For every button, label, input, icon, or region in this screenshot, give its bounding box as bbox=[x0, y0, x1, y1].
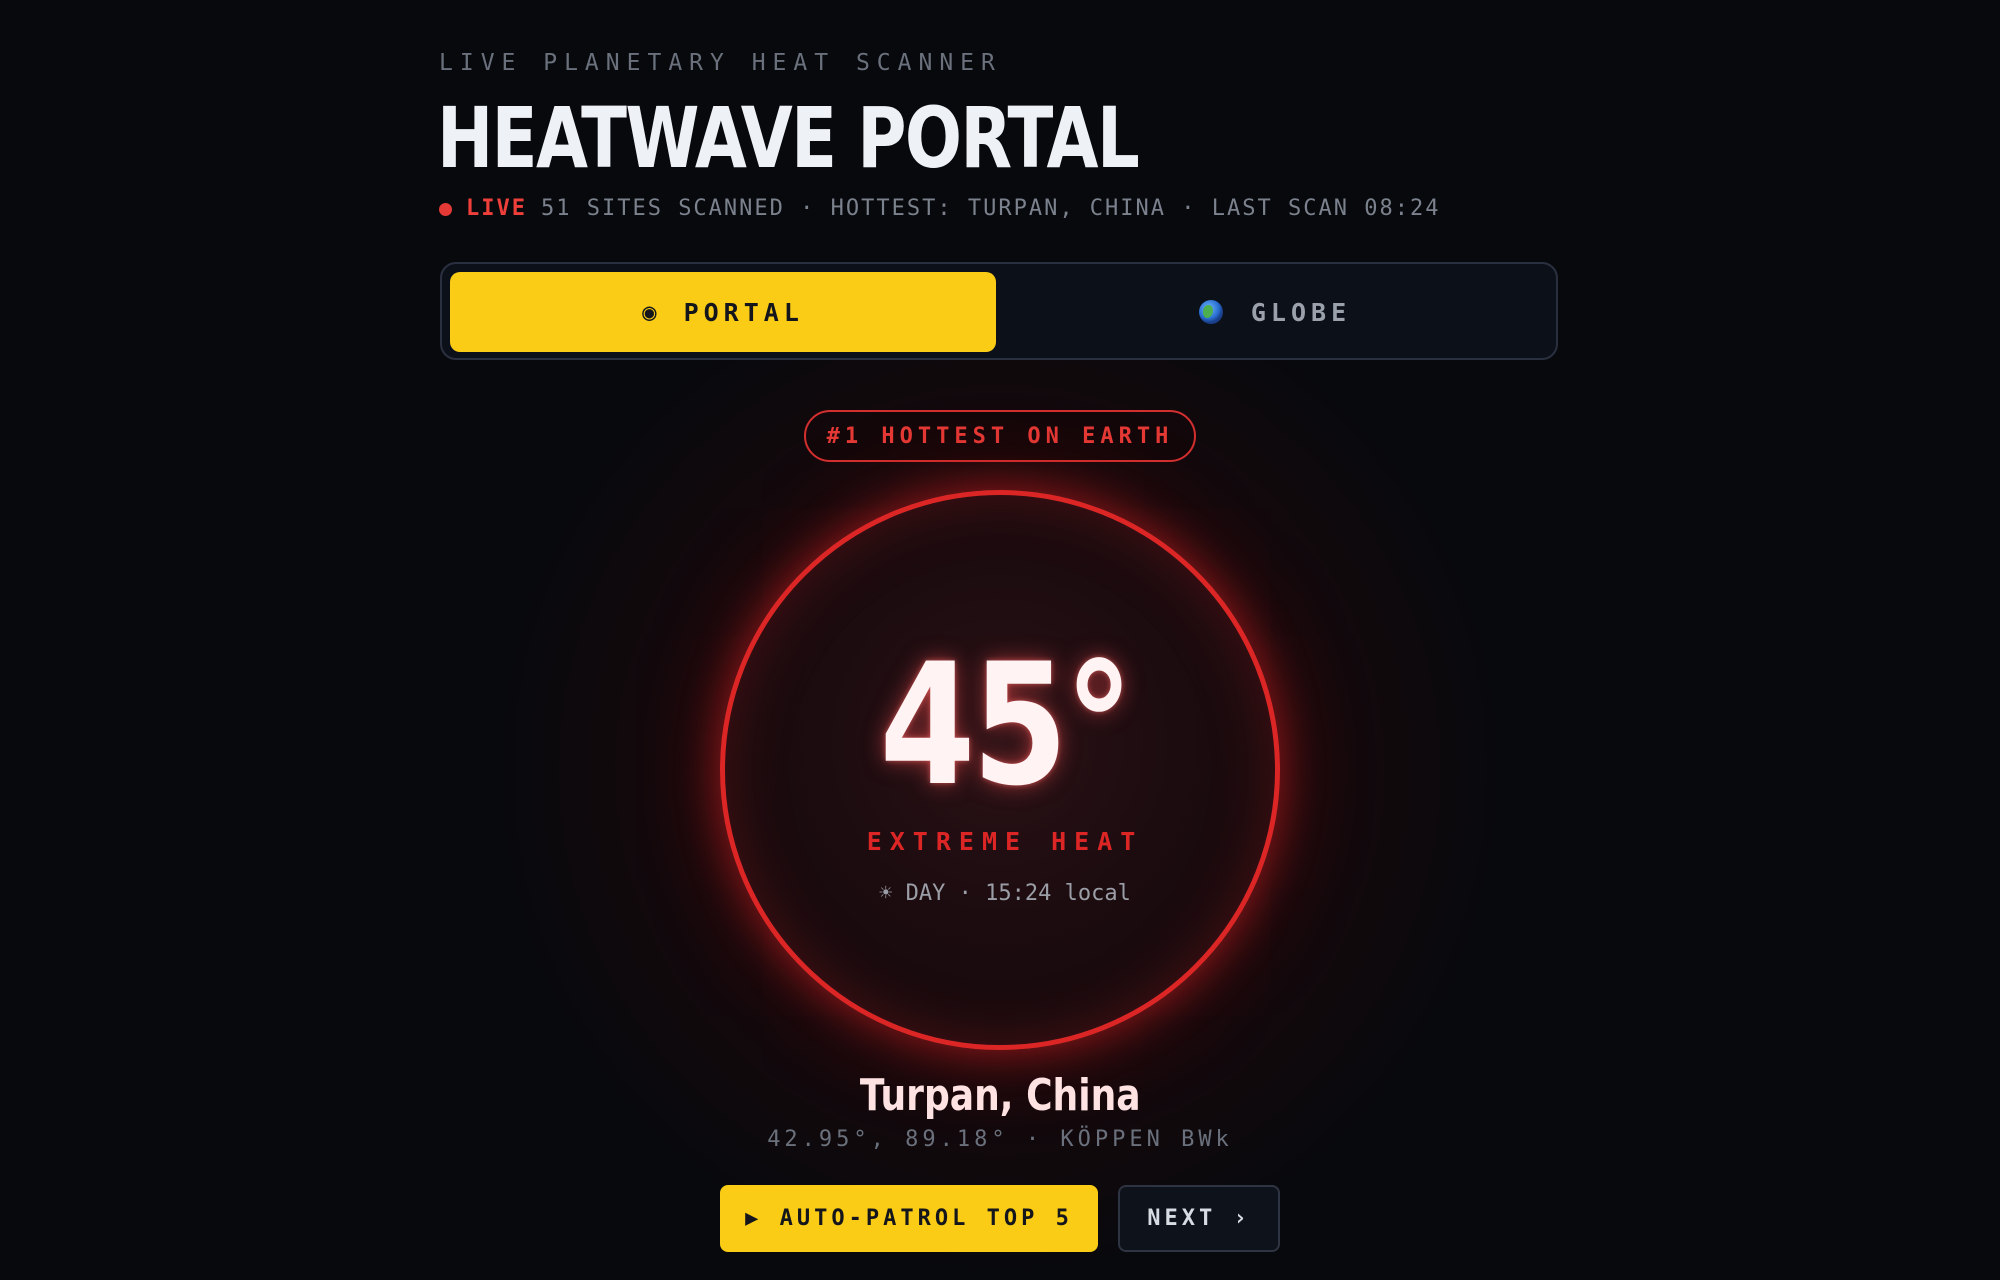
heat-category: EXTREME HEAT bbox=[866, 827, 1144, 856]
location-name: Turpan, China bbox=[700, 1070, 1300, 1121]
temperature-dial: 45° EXTREME HEAT ☀ DAY · 15:24 local bbox=[720, 490, 1280, 1050]
live-dot-icon bbox=[439, 203, 452, 216]
target-icon: ◉ bbox=[642, 298, 662, 326]
heatwave-portal-page: LIVE PLANETARY HEAT SCANNER HEATWAVE POR… bbox=[0, 0, 2000, 1280]
status-line: LIVE 51 SITES SCANNED · HOTTEST: TURPAN,… bbox=[439, 196, 1440, 221]
page-title: HEATWAVE PORTAL bbox=[437, 89, 1140, 187]
temperature-value: 45° bbox=[879, 627, 1134, 823]
local-time-info: ☀ DAY · 15:24 local bbox=[879, 881, 1131, 906]
tab-portal-label: PORTAL bbox=[683, 297, 804, 327]
live-label: LIVE bbox=[466, 196, 527, 221]
tab-globe[interactable]: GLOBE bbox=[1002, 272, 1548, 352]
location-name-text: Turpan, China bbox=[859, 1070, 1141, 1121]
auto-patrol-button[interactable]: ▶ AUTO-PATROL TOP 5 bbox=[720, 1185, 1098, 1252]
rank-badge: #1 HOTTEST ON EARTH bbox=[804, 410, 1196, 462]
scan-status-text: 51 SITES SCANNED · HOTTEST: TURPAN, CHIN… bbox=[540, 196, 1441, 221]
tab-portal[interactable]: ◉ PORTAL bbox=[450, 272, 996, 352]
temperature-readout: 45° bbox=[725, 635, 1285, 815]
eyebrow-label: LIVE PLANETARY HEAT SCANNER bbox=[439, 50, 1002, 76]
location-details: 42.95°, 89.18° · KÖPPEN BWk bbox=[767, 1127, 1233, 1152]
tab-globe-label: GLOBE bbox=[1250, 297, 1352, 327]
next-button[interactable]: NEXT › bbox=[1118, 1185, 1280, 1252]
view-toggle: ◉ PORTAL GLOBE bbox=[440, 262, 1558, 360]
globe-icon bbox=[1198, 300, 1223, 324]
